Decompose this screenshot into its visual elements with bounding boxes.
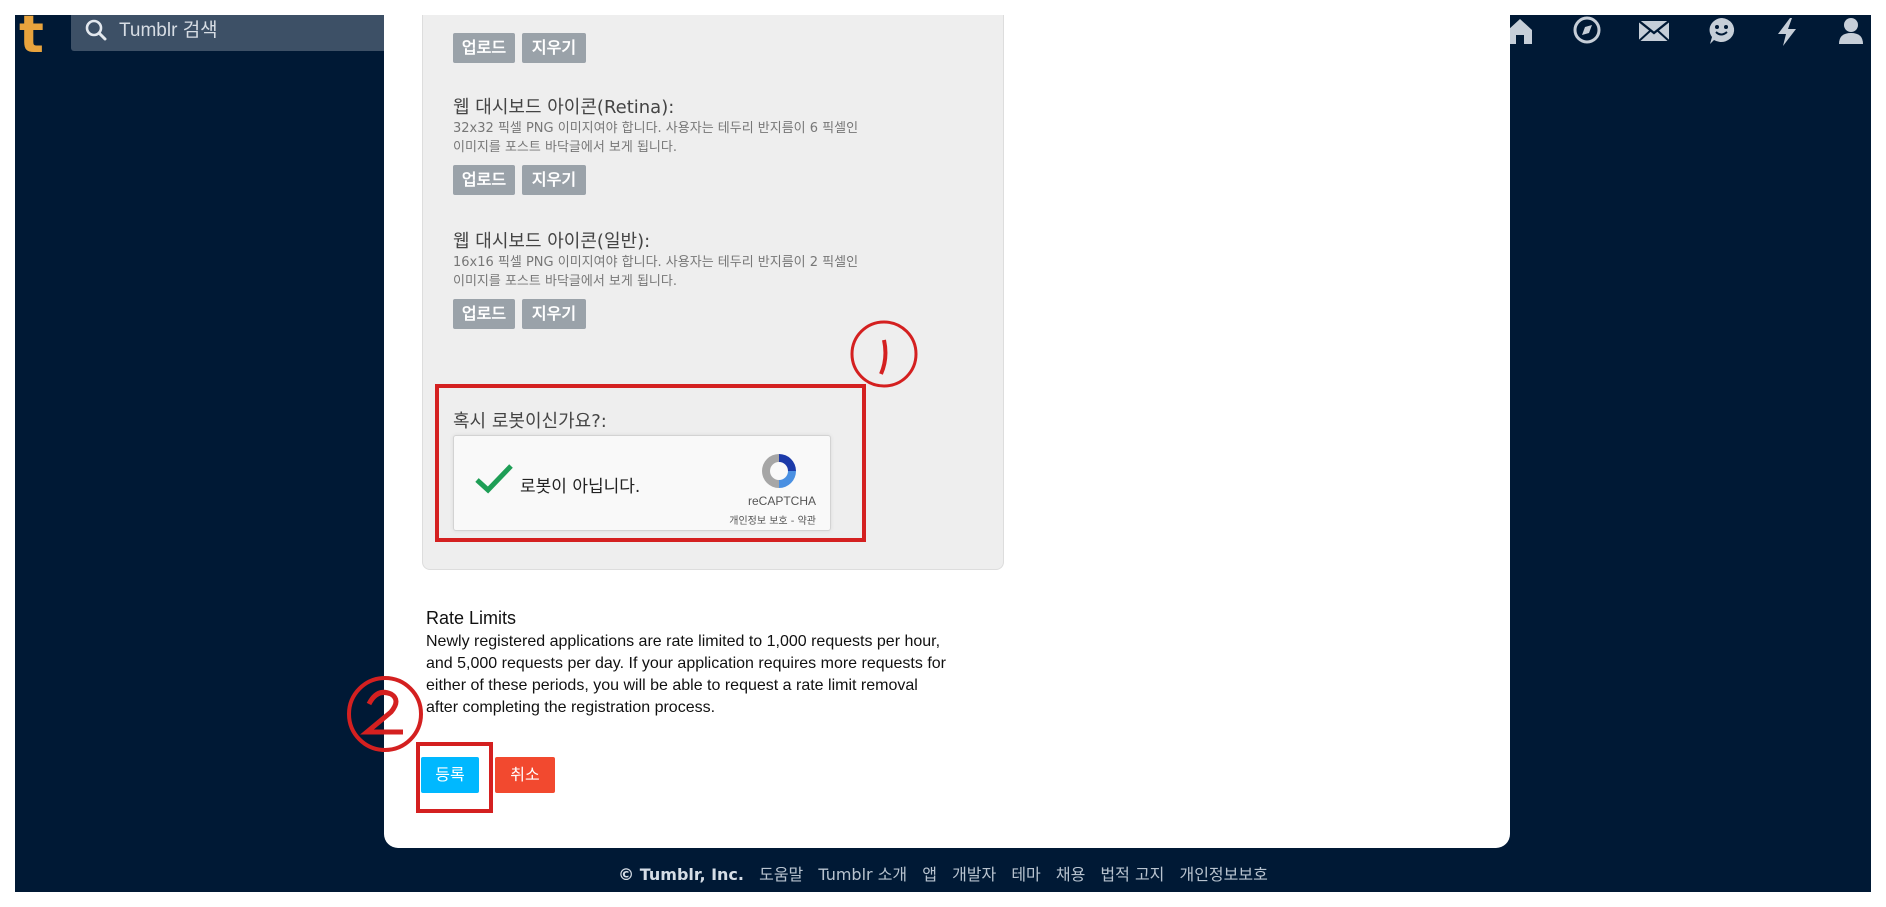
annotation-number-2-icon (347, 676, 423, 752)
retina-icon-description: 32x32 픽셀 PNG 이미지여야 합니다. 사용자는 테두리 반지름이 6 … (453, 121, 859, 155)
recaptcha-brand: reCAPTCHA (747, 494, 816, 508)
robot-question-label: 혹시 로봇이신가요?: (453, 411, 607, 432)
checkmark-icon[interactable] (474, 462, 514, 501)
cancel-button[interactable]: 취소 (495, 757, 555, 793)
search-icon (85, 19, 107, 46)
retina-icon-title: 웹 대시보드 아이콘(Retina): (453, 97, 675, 118)
footer-link-jobs[interactable]: 채용 (1056, 865, 1085, 884)
normal-upload-button[interactable]: 업로드 (453, 299, 515, 329)
footer-link-about[interactable]: Tumblr 소개 (818, 865, 907, 884)
upload-button[interactable]: 업로드 (453, 33, 515, 63)
footer-link-help[interactable]: 도움말 (759, 865, 803, 884)
recaptcha-widget: 로봇이 아닙니다. reCAPTCHA 개인정보 보호 - 약관 (453, 435, 831, 531)
footer-link-legal[interactable]: 법적 고지 (1100, 865, 1164, 884)
normal-icon-title: 웹 대시보드 아이콘(일반): (453, 231, 651, 252)
footer-link-apps[interactable]: 앱 (922, 865, 937, 884)
recaptcha-label: 로봇이 아닙니다. (520, 477, 641, 497)
app-icon-settings-panel: 업로드 지우기 웹 대시보드 아이콘(Retina): 32x32 픽셀 PNG… (422, 15, 1004, 570)
footer-copyright: © Tumblr, Inc. (618, 865, 744, 884)
normal-icon-description: 16x16 픽셀 PNG 이미지여야 합니다. 사용자는 테두리 반지름이 2 … (453, 255, 859, 289)
footer-link-privacy[interactable]: 개인정보보호 (1179, 865, 1267, 884)
browser-viewport: t Tumblr 검색 업로드 지우기 웹 대시보드 아이콘(Retina): … (15, 15, 1871, 892)
retina-upload-button[interactable]: 업로드 (453, 165, 515, 195)
explore-icon[interactable] (1570, 15, 1604, 49)
messaging-icon[interactable] (1705, 15, 1739, 49)
clear-button[interactable]: 지우기 (522, 33, 586, 63)
normal-clear-button[interactable]: 지우기 (522, 299, 586, 329)
recaptcha-logo-icon (758, 450, 800, 497)
recaptcha-privacy-terms[interactable]: 개인정보 보호 - 약관 (729, 512, 816, 527)
footer-link-developers[interactable]: 개발자 (952, 865, 996, 884)
submit-button[interactable]: 등록 (421, 757, 479, 793)
retina-clear-button[interactable]: 지우기 (522, 165, 586, 195)
tumblr-logo[interactable]: t (19, 15, 44, 61)
footer-link-themes[interactable]: 테마 (1011, 865, 1040, 884)
annotation-number-1-icon (850, 320, 918, 388)
rate-limits-title: Rate Limits (426, 608, 517, 628)
search-input[interactable]: Tumblr 검색 (119, 15, 218, 42)
page-footer: © Tumblr, Inc. 도움말 Tumblr 소개 앱 개발자 테마 채용… (15, 861, 1871, 885)
activity-icon[interactable] (1770, 15, 1804, 49)
rate-limits-text: Newly registered applications are rate l… (426, 633, 946, 716)
app-registration-card: 업로드 지우기 웹 대시보드 아이콘(Retina): 32x32 픽셀 PNG… (384, 15, 1510, 848)
inbox-icon[interactable] (1636, 15, 1670, 49)
account-icon[interactable] (1834, 15, 1868, 49)
